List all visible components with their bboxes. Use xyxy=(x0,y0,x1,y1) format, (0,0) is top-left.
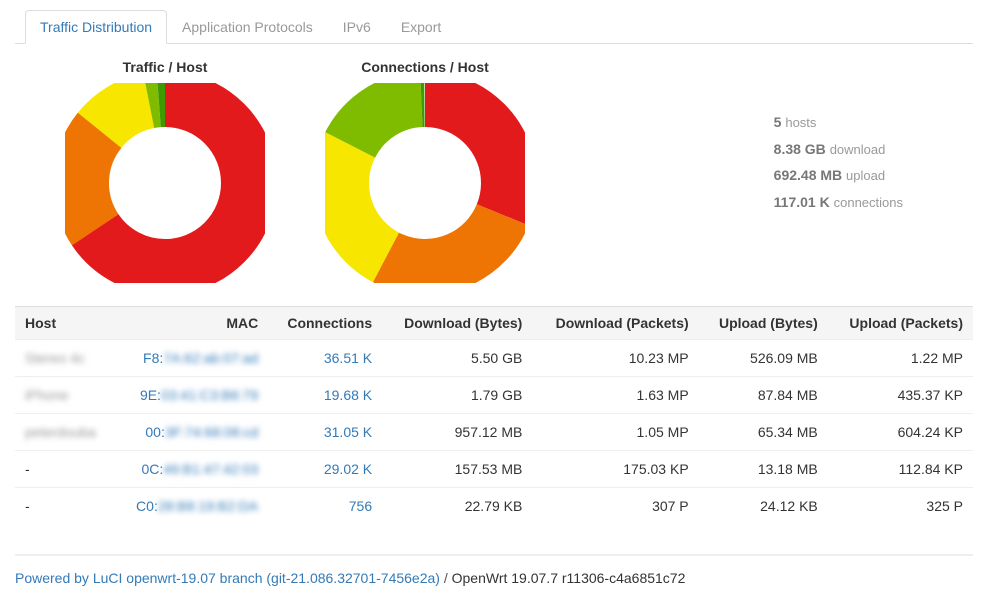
cell-download-packets: 1.63 MP xyxy=(532,377,698,414)
th-connections[interactable]: Connections xyxy=(268,307,382,340)
cell-connections[interactable]: 29.02 K xyxy=(268,451,382,488)
traffic-chart xyxy=(65,83,265,283)
th-host[interactable]: Host xyxy=(15,307,114,340)
cell-connections[interactable]: 19.68 K xyxy=(268,377,382,414)
cell-host: - xyxy=(15,451,114,488)
connections-chart-title: Connections / Host xyxy=(325,59,525,75)
overview: Traffic / Host Connections / Host xyxy=(15,59,973,286)
cell-download-bytes: 957.12 MB xyxy=(382,414,532,451)
cell-download-bytes: 5.50 GB xyxy=(382,340,532,377)
stat-connections: 117.01 K connections xyxy=(774,189,903,216)
cell-download-packets: 10.23 MP xyxy=(532,340,698,377)
tab-application-protocols[interactable]: Application Protocols xyxy=(167,10,328,44)
connections-chart-block: Connections / Host xyxy=(325,59,525,286)
cell-upload-packets: 604.24 KP xyxy=(828,414,973,451)
footer: Powered by LuCI openwrt-19.07 branch (gi… xyxy=(15,554,973,586)
cell-download-packets: 307 P xyxy=(532,488,698,525)
cell-upload-bytes: 87.84 MB xyxy=(699,377,828,414)
table-row[interactable]: -0C:49:B1:47:42:0329.02 K157.53 MB175.03… xyxy=(15,451,973,488)
summary-stats: 5 hosts 8.38 GB download 692.48 MB uploa… xyxy=(774,59,973,216)
cell-mac[interactable]: 9E:03:41:C3:B6:79 xyxy=(114,377,269,414)
cell-connections[interactable]: 31.05 K xyxy=(268,414,382,451)
cell-upload-bytes: 65.34 MB xyxy=(699,414,828,451)
host-table: Host MAC Connections Download (Bytes) Do… xyxy=(15,306,973,524)
cell-download-bytes: 1.79 GB xyxy=(382,377,532,414)
traffic-chart-block: Traffic / Host xyxy=(65,59,265,286)
cell-download-bytes: 22.79 KB xyxy=(382,488,532,525)
cell-host: Stereo 4c xyxy=(15,340,114,377)
cell-upload-packets: 435.37 KP xyxy=(828,377,973,414)
stat-upload: 692.48 MB upload xyxy=(774,162,903,189)
traffic-chart-title: Traffic / Host xyxy=(65,59,265,75)
table-row[interactable]: Stereo 4cF8:7A:62:ab:07:ad36.51 K5.50 GB… xyxy=(15,340,973,377)
tab-export[interactable]: Export xyxy=(386,10,456,44)
cell-mac[interactable]: F8:7A:62:ab:07:ad xyxy=(114,340,269,377)
stat-download: 8.38 GB download xyxy=(774,136,903,163)
cell-download-bytes: 157.53 MB xyxy=(382,451,532,488)
th-mac[interactable]: MAC xyxy=(114,307,269,340)
cell-download-packets: 175.03 KP xyxy=(532,451,698,488)
tab-traffic-distribution[interactable]: Traffic Distribution xyxy=(25,10,167,44)
connections-chart xyxy=(325,83,525,283)
cell-mac[interactable]: 00:3F:74:68:08:cd xyxy=(114,414,269,451)
table-row[interactable]: peterdouba00:3F:74:68:08:cd31.05 K957.12… xyxy=(15,414,973,451)
tab-ipv6[interactable]: IPv6 xyxy=(328,10,386,44)
cell-mac[interactable]: 0C:49:B1:47:42:03 xyxy=(114,451,269,488)
footer-version: OpenWrt 19.07.7 r11306-c4a6851c72 xyxy=(452,570,686,586)
cell-mac[interactable]: C0:28:B8:19:B2:DA xyxy=(114,488,269,525)
th-upload-packets[interactable]: Upload (Packets) xyxy=(828,307,973,340)
cell-upload-packets: 1.22 MP xyxy=(828,340,973,377)
cell-upload-bytes: 526.09 MB xyxy=(699,340,828,377)
cell-host: iPhone xyxy=(15,377,114,414)
footer-link[interactable]: Powered by LuCI openwrt-19.07 branch (gi… xyxy=(15,570,440,586)
cell-upload-bytes: 13.18 MB xyxy=(699,451,828,488)
cell-host: - xyxy=(15,488,114,525)
cell-upload-packets: 325 P xyxy=(828,488,973,525)
cell-connections[interactable]: 36.51 K xyxy=(268,340,382,377)
cell-upload-bytes: 24.12 KB xyxy=(699,488,828,525)
tabs: Traffic Distribution Application Protoco… xyxy=(15,10,973,44)
th-download-packets[interactable]: Download (Packets) xyxy=(532,307,698,340)
th-upload-bytes[interactable]: Upload (Bytes) xyxy=(699,307,828,340)
cell-host: peterdouba xyxy=(15,414,114,451)
table-row[interactable]: -C0:28:B8:19:B2:DA75622.79 KB307 P24.12 … xyxy=(15,488,973,525)
stat-hosts: 5 hosts xyxy=(774,109,903,136)
th-download-bytes[interactable]: Download (Bytes) xyxy=(382,307,532,340)
cell-download-packets: 1.05 MP xyxy=(532,414,698,451)
cell-connections[interactable]: 756 xyxy=(268,488,382,525)
table-row[interactable]: iPhone9E:03:41:C3:B6:7919.68 K1.79 GB1.6… xyxy=(15,377,973,414)
cell-upload-packets: 112.84 KP xyxy=(828,451,973,488)
